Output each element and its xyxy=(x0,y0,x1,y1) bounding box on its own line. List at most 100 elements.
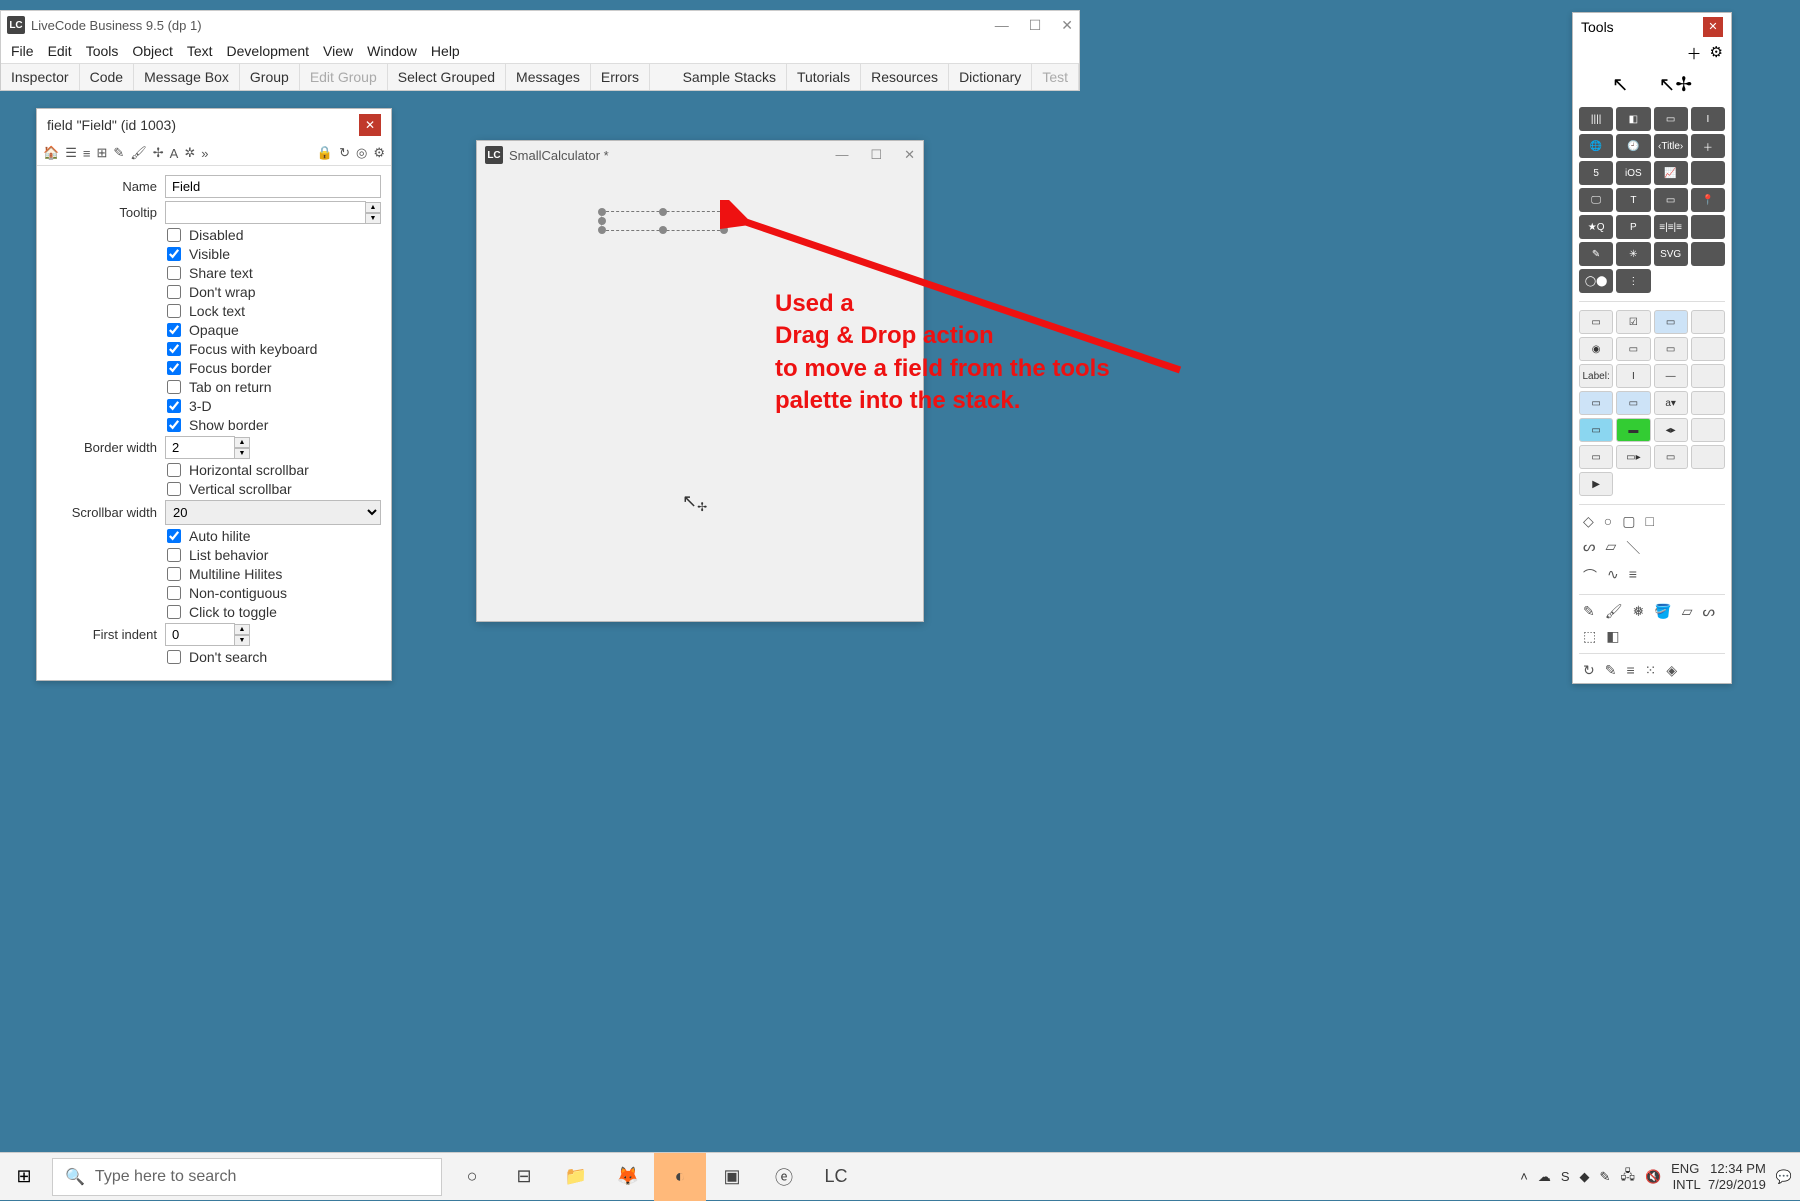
widget-empty2-icon[interactable] xyxy=(1691,215,1725,239)
widget-browser-icon[interactable]: ▭ xyxy=(1654,188,1688,212)
widget-note-icon[interactable]: ✎ xyxy=(1579,242,1613,266)
select-icon[interactable]: ⬚ xyxy=(1583,628,1596,645)
tb-test[interactable]: Test xyxy=(1032,64,1079,90)
brush-icon[interactable]: 🖌 xyxy=(1605,603,1623,620)
field-tool-icon[interactable]: ▭ xyxy=(1654,337,1688,361)
notifications-icon[interactable]: 💬 xyxy=(1776,1169,1792,1185)
checkbox-focus-border[interactable] xyxy=(167,361,181,375)
tooltip-down[interactable]: ▼ xyxy=(365,213,381,224)
terminal-icon[interactable]: ▣ xyxy=(706,1153,758,1201)
checkbox-tab-on-return[interactable] xyxy=(167,380,181,394)
empty4-tool-icon[interactable] xyxy=(1691,391,1725,415)
line-tool-icon[interactable]: — xyxy=(1654,364,1688,388)
empty2-tool-icon[interactable] xyxy=(1691,337,1725,361)
tab2-tool-icon[interactable]: ▭ xyxy=(1616,391,1650,415)
tb-messages[interactable]: Messages xyxy=(506,64,591,90)
clock[interactable]: ENG 12:34 PM INTL 7/29/2019 xyxy=(1671,1161,1766,1192)
checkbox--d[interactable] xyxy=(167,399,181,413)
stepper-tool-icon[interactable]: ◂▸ xyxy=(1654,418,1688,442)
roundrect-icon[interactable]: ▢ xyxy=(1622,513,1635,530)
refresh-icon[interactable]: ↻ xyxy=(339,145,350,161)
menu-view[interactable]: View xyxy=(323,43,353,59)
checkbox-visible[interactable] xyxy=(167,247,181,261)
tab-brush-icon[interactable]: 🖌 xyxy=(130,145,147,161)
ruler-tool-icon[interactable]: ▭ xyxy=(1579,445,1613,469)
diamond-icon[interactable]: ◇ xyxy=(1583,513,1594,530)
livecode-taskbar-icon[interactable]: LC xyxy=(810,1153,862,1201)
widget-chart-icon[interactable]: 📈 xyxy=(1654,161,1688,185)
widget-ios-icon[interactable]: iOS xyxy=(1616,161,1650,185)
border-width-down[interactable]: ▼ xyxy=(234,448,250,459)
search-box[interactable]: 🔍 Type here to search xyxy=(52,1158,442,1196)
tray-dropbox-icon[interactable]: ◆ xyxy=(1580,1169,1590,1185)
minimize-icon[interactable]: — xyxy=(995,17,1009,34)
widget-spinner-icon[interactable]: ✳ xyxy=(1616,242,1650,266)
resize-handle[interactable] xyxy=(659,208,667,216)
tab-more-icon[interactable]: » xyxy=(201,146,208,161)
chevron-up-icon[interactable]: ˄ xyxy=(1520,1169,1528,1184)
tb-select-grouped[interactable]: Select Grouped xyxy=(388,64,506,90)
widget-switch-icon[interactable]: ◯⬤ xyxy=(1579,269,1613,293)
checkbox-list-behavior[interactable] xyxy=(167,548,181,562)
widget-caption-icon[interactable]: P xyxy=(1616,215,1650,239)
bucket-icon[interactable]: 🪣 xyxy=(1654,603,1671,620)
tb-sample-stacks[interactable]: Sample Stacks xyxy=(673,64,787,90)
freehand2-icon[interactable]: ᔕ xyxy=(1702,603,1714,620)
lines-icon[interactable]: ≡ xyxy=(1629,566,1637,586)
combo-tool-icon[interactable]: a▾ xyxy=(1654,391,1688,415)
target-icon[interactable]: ◎ xyxy=(356,145,367,161)
checkbox-non-contiguous[interactable] xyxy=(167,586,181,600)
checkbox-show-border[interactable] xyxy=(167,418,181,432)
border-width-field[interactable] xyxy=(165,436,235,459)
checkbox-horizontal-scrollbar[interactable] xyxy=(167,463,181,477)
resize-handle[interactable] xyxy=(720,226,728,234)
app-titlebar[interactable]: LC LiveCode Business 9.5 (dp 1) — ☐ ✕ xyxy=(1,11,1079,39)
checkbox-tool-icon[interactable]: ☑ xyxy=(1616,310,1650,334)
tab-table-icon[interactable]: ⊞ xyxy=(96,145,107,161)
empty6-tool-icon[interactable] xyxy=(1691,445,1725,469)
widget-tree-icon[interactable]: ⋮ xyxy=(1616,269,1650,293)
tab-home-icon[interactable]: 🏠 xyxy=(43,145,59,161)
first-indent-up[interactable]: ▲ xyxy=(234,624,250,635)
tb-errors[interactable]: Errors xyxy=(591,64,650,90)
widget-empty-icon[interactable] xyxy=(1691,161,1725,185)
widget-title-icon[interactable]: ‹Title› xyxy=(1654,134,1688,158)
resize-handle[interactable] xyxy=(598,217,606,225)
border-width-up[interactable]: ▲ xyxy=(234,437,250,448)
freehand-icon[interactable]: ᔕ xyxy=(1583,538,1595,558)
checkbox-multiline-hilites[interactable] xyxy=(167,567,181,581)
close-icon[interactable]: ✕ xyxy=(359,114,381,136)
tray-wifi-icon[interactable]: 🖧 xyxy=(1620,1166,1635,1188)
checkbox-auto-hilite[interactable] xyxy=(167,529,181,543)
checkbox-focus-with-keyboard[interactable] xyxy=(167,342,181,356)
add-icon[interactable]: ＋ xyxy=(1687,43,1702,64)
minimize-icon[interactable]: — xyxy=(835,147,848,163)
radio-tool-icon[interactable]: ◉ xyxy=(1579,337,1613,361)
arc-icon[interactable]: ⌒ xyxy=(1583,566,1597,586)
menu-text[interactable]: Text xyxy=(187,43,213,59)
widget-star-icon[interactable]: ★Q xyxy=(1579,215,1613,239)
tab-text-icon[interactable]: A xyxy=(170,146,179,161)
pencil-icon[interactable]: ✎ xyxy=(1583,603,1595,620)
settings-icon[interactable]: ⚙ xyxy=(373,145,385,161)
widget-plus-icon[interactable]: ＋ xyxy=(1691,134,1725,158)
menu-development[interactable]: Development xyxy=(227,43,310,59)
tab-move-icon[interactable]: ✢ xyxy=(153,145,164,161)
checkbox-click-to-toggle[interactable] xyxy=(167,605,181,619)
tray-s-icon[interactable]: S xyxy=(1561,1169,1570,1184)
tools-titlebar[interactable]: Tools ✕ xyxy=(1573,13,1731,41)
widget-html5-icon[interactable]: 5 xyxy=(1579,161,1613,185)
checkbox-disabled[interactable] xyxy=(167,228,181,242)
tab-db-icon[interactable]: ≡ xyxy=(83,146,91,161)
tools-palette[interactable]: Tools ✕ ＋ ⚙ ↖ ↖✢ |||| ◧ ▭ I 🌐 🕘 ‹Title› … xyxy=(1572,12,1732,684)
tray-note-icon[interactable]: ✎ xyxy=(1600,1169,1611,1185)
scroll-tool-icon[interactable]: ▭▸ xyxy=(1616,445,1650,469)
curve-icon[interactable]: ∿ xyxy=(1607,566,1619,586)
diamond2-icon[interactable]: ◈ xyxy=(1666,662,1677,679)
stack-titlebar[interactable]: LC SmallCalculator * — ☐ ✕ xyxy=(477,141,923,169)
widget-mobile-icon[interactable]: ▭ xyxy=(1654,107,1688,131)
resize-handle[interactable] xyxy=(720,217,728,225)
close-icon[interactable]: ✕ xyxy=(1061,17,1073,34)
snagit-icon[interactable]: ◐ xyxy=(654,1153,706,1201)
empty3-tool-icon[interactable] xyxy=(1691,364,1725,388)
